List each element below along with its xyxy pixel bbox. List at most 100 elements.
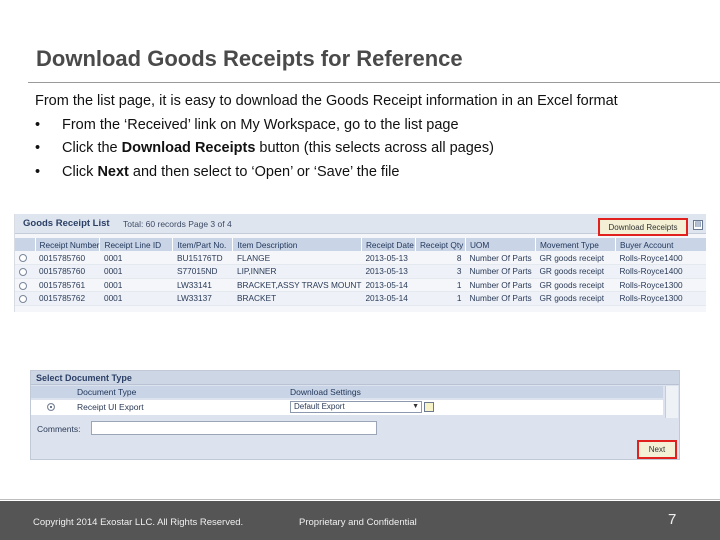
footer-divider (0, 499, 720, 500)
column-header[interactable]: Buyer Account (615, 238, 706, 251)
cell: 0001 (99, 264, 173, 279)
document-type-row[interactable]: Receipt UI Export Default Export ▼ (31, 400, 663, 415)
list-title: Goods Receipt List (23, 218, 110, 229)
cell: S77015ND (172, 264, 233, 279)
bullet-text: Click the (62, 140, 122, 156)
footer-copyright: Copyright 2014 Exostar LLC. All Rights R… (33, 517, 244, 528)
next-button[interactable]: Next (637, 440, 677, 459)
document-type-radio[interactable] (47, 403, 55, 411)
cell: Rolls-Royce1300 (615, 278, 706, 292)
dialog-header: Select Document Type (31, 371, 679, 385)
dialog-scrollbar[interactable] (665, 386, 678, 418)
title-divider (28, 82, 720, 83)
cell: Rolls-Royce1300 (615, 291, 706, 306)
bullet-symbol: • (35, 140, 41, 156)
column-header[interactable]: Receipt Date (361, 238, 416, 251)
download-settings-value: Default Export (294, 402, 345, 411)
cell: 2013-05-14 (361, 291, 416, 306)
column-header[interactable]: Item Description (232, 238, 362, 251)
cell: BRACKET,ASSY TRAVS MOUNT (232, 278, 362, 292)
cell: 1 (415, 291, 466, 306)
row-radio[interactable] (15, 264, 35, 279)
cell: 2013-05-13 (361, 264, 416, 279)
cell[interactable]: 0015785760 (35, 264, 100, 279)
cell: 2013-05-14 (361, 278, 416, 292)
comments-label: Comments: (37, 424, 81, 434)
cell: 2013-05-13 (361, 251, 416, 265)
download-settings-select[interactable]: Default Export ▼ (290, 401, 422, 413)
cell: 1 (415, 278, 466, 292)
column-header[interactable]: Receipt Number (35, 238, 101, 251)
cell: BRACKET (232, 291, 362, 306)
comments-input[interactable] (91, 421, 377, 435)
cell[interactable]: 0015785760 (35, 251, 100, 265)
table-header-row: Receipt Number Receipt Line ID Item/Part… (15, 238, 706, 251)
goods-receipt-table: Receipt Number Receipt Line ID Item/Part… (15, 238, 706, 306)
cell: LW33137 (172, 291, 233, 306)
cell: 3 (415, 264, 466, 279)
intro-text: From the list page, it is easy to downlo… (35, 93, 618, 109)
cell: 0001 (99, 291, 173, 306)
cell: 8 (415, 251, 466, 265)
bullet-symbol: • (35, 163, 41, 180)
row-radio[interactable] (15, 291, 35, 306)
bullet-text: Click (62, 163, 98, 180)
download-receipts-button[interactable]: Download Receipts (598, 218, 688, 236)
dialog-column-headers: Document Type Download Settings (31, 386, 663, 398)
chevron-down-icon[interactable]: ▼ (412, 402, 419, 412)
bullet-strong: Next (97, 163, 129, 180)
cell: Number Of Parts (465, 251, 536, 265)
cell[interactable]: 0015785761 (35, 278, 100, 292)
select-document-type-panel: Select Document Type Document Type Downl… (30, 370, 680, 460)
slide-title: Download Goods Receipts for Reference (36, 46, 463, 71)
list-record-count: Total: 60 records Page 3 of 4 (123, 219, 232, 229)
cell: Rolls-Royce1400 (615, 251, 706, 265)
cell: BU15176TD (172, 251, 233, 265)
page-number: 7 (668, 511, 677, 528)
cell: 0001 (99, 278, 173, 292)
column-header[interactable]: Movement Type (535, 238, 616, 251)
dialog-title: Select Document Type (36, 373, 132, 383)
cell: Rolls-Royce1400 (615, 264, 706, 279)
column-header[interactable]: Item/Part No. (172, 238, 234, 251)
table-row[interactable]: 0015785760 0001 S77015ND LIP,INNER 2013-… (15, 264, 706, 279)
column-header[interactable]: UOM (465, 238, 536, 251)
cell: GR goods receipt (535, 291, 616, 306)
bullet-text-end: and then select to ‘Open’ or ‘Save’ the … (128, 163, 400, 180)
cell: 0001 (99, 251, 173, 265)
footer-confidential: Proprietary and Confidential (299, 517, 417, 528)
cell: Number Of Parts (465, 264, 536, 279)
cell: LIP,INNER (232, 264, 362, 279)
bullet-item: • From the ‘Received’ link on My Workspa… (35, 114, 705, 138)
column-header[interactable]: Receipt Line ID (99, 238, 174, 251)
slide-footer: Copyright 2014 Exostar LLC. All Rights R… (0, 501, 720, 540)
cell: GR goods receipt (535, 264, 616, 279)
bullet-item: • Click the Download Receipts button (th… (35, 137, 705, 161)
row-radio[interactable] (15, 278, 35, 292)
cell: GR goods receipt (535, 251, 616, 265)
table-row[interactable]: 0015785762 0001 LW33137 BRACKET 2013-05-… (15, 291, 706, 306)
column-header[interactable]: Receipt Qty (415, 238, 466, 251)
cell: FLANGE (232, 251, 362, 265)
bullet-symbol: • (35, 116, 41, 133)
bullet-item: • Click Next and then select to ‘Open’ o… (35, 161, 705, 185)
bullet-text: From the ‘Received’ link on My Workspace… (62, 116, 459, 133)
cell[interactable]: 0015785762 (35, 291, 100, 306)
column-header-document-type: Document Type (77, 387, 137, 397)
table-row[interactable]: 0015785761 0001 LW33141 BRACKET,ASSY TRA… (15, 278, 706, 292)
select-column-header (15, 238, 36, 251)
cell: Number Of Parts (465, 291, 536, 306)
export-icon[interactable]: ▤ (693, 220, 703, 230)
column-header-download-settings: Download Settings (290, 387, 361, 397)
bullet-strong: Download Receipts (121, 140, 256, 156)
goods-receipt-list-panel: Goods Receipt List Total: 60 records Pag… (14, 214, 706, 312)
edit-settings-icon[interactable] (424, 402, 434, 412)
bullet-text-end: button (this selects across all pages) (255, 140, 494, 156)
cell: LW33141 (172, 278, 233, 292)
cell: Number Of Parts (465, 278, 536, 292)
slide-body: From the list page, it is easy to downlo… (35, 90, 705, 184)
document-type-value: Receipt UI Export (77, 402, 144, 412)
row-radio[interactable] (15, 251, 35, 265)
table-row[interactable]: 0015785760 0001 BU15176TD FLANGE 2013-05… (15, 251, 706, 265)
cell: GR goods receipt (535, 278, 616, 292)
